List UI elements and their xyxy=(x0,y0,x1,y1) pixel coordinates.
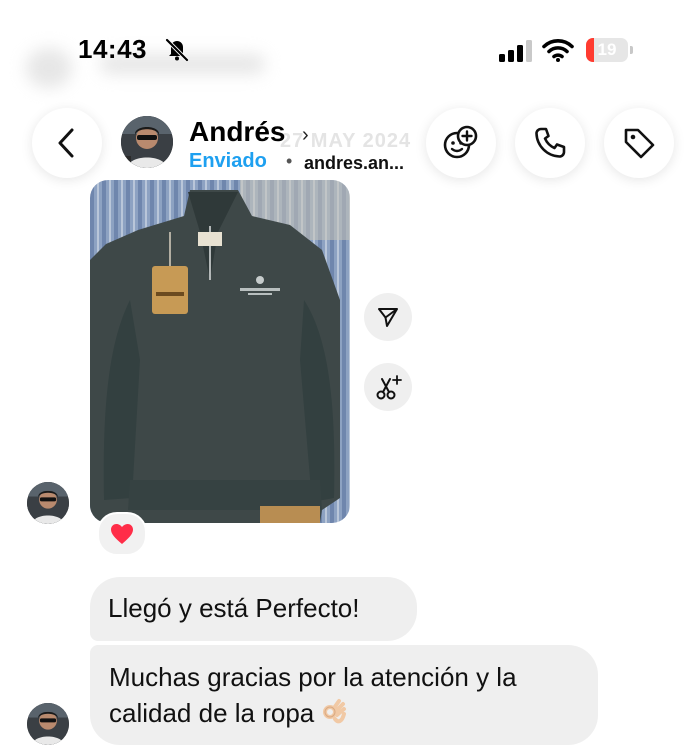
timestamp-divider: 27 MAY 2024 xyxy=(280,130,412,152)
status-bar: 14:43 19 xyxy=(0,0,700,100)
message-bubble[interactable]: Llegó y está Perfecto! xyxy=(90,577,417,641)
back-chevron-icon xyxy=(58,128,74,158)
battery-percentage: 19 xyxy=(597,40,617,59)
battery-tip xyxy=(630,46,633,54)
tag-icon xyxy=(624,128,655,159)
message-bubble[interactable]: Muchas gracias por la atención y la cali… xyxy=(90,645,598,745)
contact-name[interactable]: Andrés xyxy=(189,116,285,148)
sender-avatar-image xyxy=(27,482,69,524)
heart-icon xyxy=(111,524,133,544)
share-icon xyxy=(378,308,398,327)
sender-avatar[interactable] xyxy=(27,482,69,524)
contact-username: andres.an... xyxy=(304,153,405,173)
sender-avatar[interactable] xyxy=(27,703,69,745)
remix-photo-button[interactable] xyxy=(364,363,412,411)
contact-avatar[interactable] xyxy=(121,116,173,168)
contact-avatar-image xyxy=(121,116,173,168)
battery-icon: 19 xyxy=(586,38,634,62)
shared-photo[interactable] xyxy=(90,180,350,523)
separator-dot: • xyxy=(286,151,293,171)
bell-slash-icon xyxy=(165,38,189,62)
message-text: Llegó y está Perfecto! xyxy=(108,593,360,623)
sent-status: Enviado xyxy=(189,150,267,172)
share-photo-button[interactable] xyxy=(364,293,412,341)
wifi-icon xyxy=(542,39,574,62)
blurred-background-avatar xyxy=(26,48,72,88)
battery-body: 19 xyxy=(586,38,628,62)
status-time: 14:43 xyxy=(78,34,147,64)
chevron-right-icon: › xyxy=(302,124,309,146)
call-button[interactable] xyxy=(515,108,585,178)
sweater-photo-image xyxy=(90,180,350,523)
remix-icon xyxy=(376,375,402,400)
back-button[interactable] xyxy=(32,108,102,178)
ok-hand-emoji xyxy=(320,698,348,735)
effects-icon xyxy=(443,125,478,159)
message-text: Muchas gracias por la atención y la cali… xyxy=(109,662,517,728)
cellular-signal-icon xyxy=(499,40,532,62)
effects-button[interactable] xyxy=(426,108,496,178)
tag-button[interactable] xyxy=(604,108,674,178)
heart-reaction[interactable] xyxy=(97,512,147,556)
chat-header: 27 MAY 2024 Andrés › Enviado • andres.an… xyxy=(0,100,700,186)
phone-icon xyxy=(535,127,566,158)
sender-avatar-image xyxy=(27,703,69,745)
